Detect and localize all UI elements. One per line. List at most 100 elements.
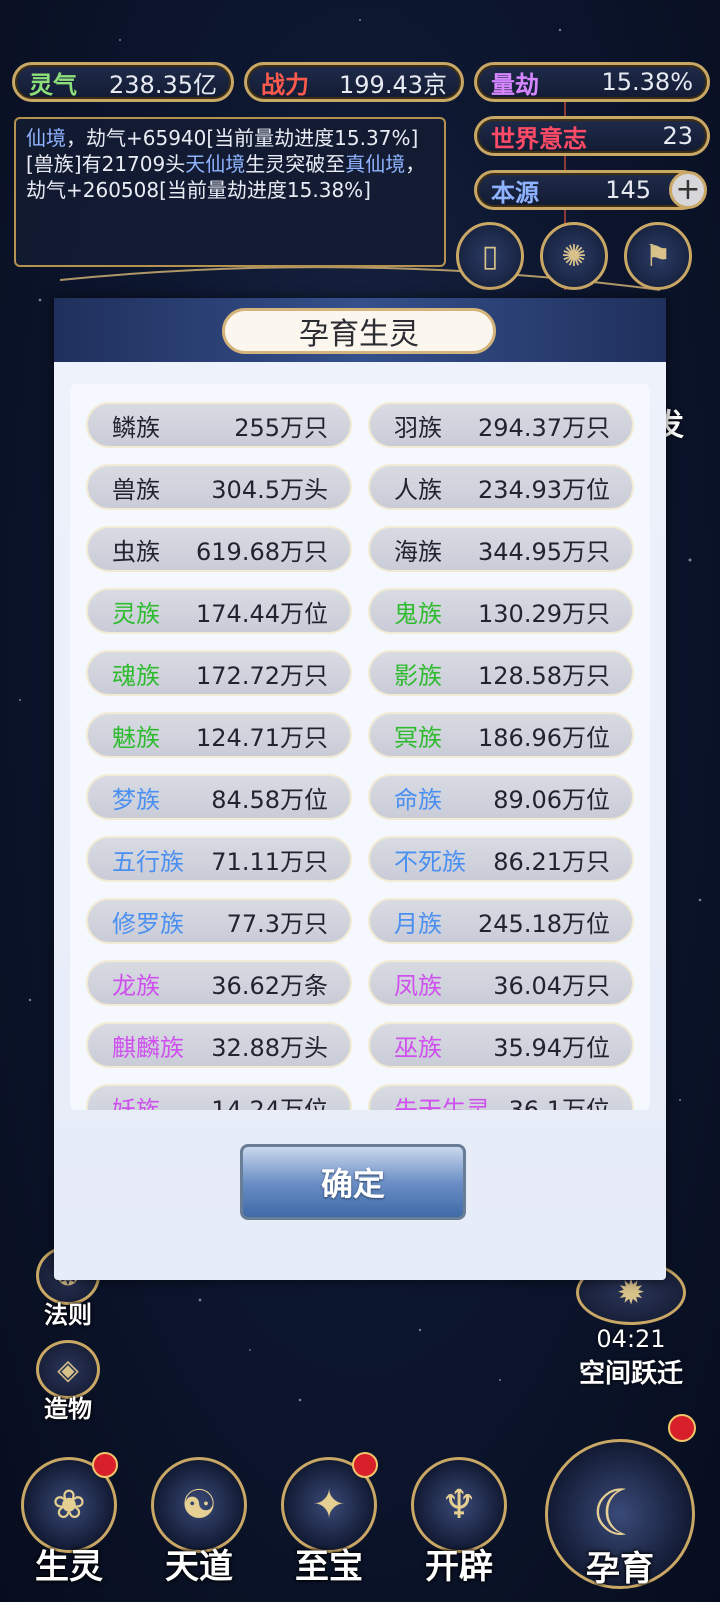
cup-icon[interactable]: ⚑ bbox=[624, 222, 692, 290]
log-entry-2: [兽族]有21709头天仙境生灵突破至真仙境，劫气+260508[当前量劫进度1… bbox=[26, 152, 426, 202]
species-amount: 245.18万位 bbox=[478, 909, 610, 938]
nav-sheng-ling[interactable]: ❀ 生灵 bbox=[14, 1448, 124, 1588]
species-name: 修罗族 bbox=[112, 909, 184, 938]
species-name: 海族 bbox=[394, 537, 442, 566]
species-row: 五行族 71.11万只 不死族 86.21万只 bbox=[70, 836, 650, 882]
confirm-button[interactable]: 确定 bbox=[240, 1144, 466, 1220]
species-item[interactable]: 巫族 35.94万位 bbox=[368, 1022, 634, 1068]
species-item[interactable]: 凤族 36.04万只 bbox=[368, 960, 634, 1006]
species-item[interactable]: 五行族 71.11万只 bbox=[86, 836, 352, 882]
species-item[interactable]: 人族 234.93万位 bbox=[368, 464, 634, 510]
species-row: 梦族 84.58万位 命族 89.06万位 bbox=[70, 774, 650, 820]
liangjie-value: 15.38% bbox=[601, 68, 693, 96]
species-list[interactable]: 鳞族 255万只 羽族 294.37万只 兽族 304.5万头 人族 234.93万位虫族 61… bbox=[70, 384, 650, 1110]
species-name: 妖族 bbox=[112, 1095, 160, 1111]
species-amount: 128.58万只 bbox=[478, 661, 610, 690]
benyuan-stat: 本源 145 + bbox=[474, 170, 707, 210]
species-item[interactable]: 冥族 186.96万位 bbox=[368, 712, 634, 758]
species-row: 麒麟族 32.88万头 巫族 35.94万位 bbox=[70, 1022, 650, 1068]
liangjie-stat[interactable]: 量劫 15.38% bbox=[474, 62, 710, 102]
species-row: 虫族 619.68万只 海族 344.95万只 bbox=[70, 526, 650, 572]
plus-icon[interactable]: + bbox=[669, 171, 707, 209]
species-name: 冥族 bbox=[394, 723, 442, 752]
species-item[interactable]: 魅族 124.71万只 bbox=[86, 712, 352, 758]
species-name: 鳞族 bbox=[112, 413, 160, 442]
species-row: 魂族 172.72万只 影族 128.58万只 bbox=[70, 650, 650, 696]
species-item[interactable]: 月族 245.18万位 bbox=[368, 898, 634, 944]
species-item[interactable]: 魂族 172.72万只 bbox=[86, 650, 352, 696]
species-name: 不死族 bbox=[394, 847, 466, 876]
fa-ze-label: 法则 bbox=[44, 1301, 92, 1329]
species-item[interactable]: 虫族 619.68万只 bbox=[86, 526, 352, 572]
yun-yu-modal: 孕育生灵 鳞族 255万只 羽族 294.37万只 兽族 304.5万头 人族 234.93万… bbox=[54, 298, 666, 1280]
species-item[interactable]: 修罗族 77.3万只 bbox=[86, 898, 352, 944]
lingqi-label: 灵气 bbox=[29, 70, 77, 99]
species-amount: 35.94万位 bbox=[493, 1033, 610, 1062]
species-item[interactable]: 不死族 86.21万只 bbox=[368, 836, 634, 882]
species-name: 影族 bbox=[394, 661, 442, 690]
nav-tian-dao[interactable]: ☯ 天道 bbox=[144, 1448, 254, 1588]
species-amount: 294.37万只 bbox=[478, 413, 610, 442]
species-name: 梦族 bbox=[112, 785, 160, 814]
species-row: 灵族 174.44万位 鬼族 130.29万只 bbox=[70, 588, 650, 634]
species-item[interactable]: 兽族 304.5万头 bbox=[86, 464, 352, 510]
zao-wu-button[interactable]: ◈ 造物 bbox=[26, 1340, 110, 1424]
species-row: 修罗族 77.3万只 月族 245.18万位 bbox=[70, 898, 650, 944]
zhanli-value: 199.43京 bbox=[339, 70, 447, 99]
species-amount: 186.96万位 bbox=[478, 723, 610, 752]
liangjie-label: 量劫 bbox=[491, 70, 539, 99]
species-name: 魂族 bbox=[112, 661, 160, 690]
species-amount: 304.5万头 bbox=[211, 475, 328, 504]
nav-sheng-ling-label: 生灵 bbox=[35, 1547, 103, 1587]
species-item[interactable]: 先天生灵 36.1万位 bbox=[368, 1084, 634, 1110]
species-name: 麒麟族 bbox=[112, 1033, 184, 1062]
notification-dot bbox=[92, 1452, 118, 1478]
species-name: 龙族 bbox=[112, 971, 160, 1000]
species-name: 灵族 bbox=[112, 599, 160, 628]
benyuan-value: 145 bbox=[605, 176, 651, 204]
species-item[interactable]: 灵族 174.44万位 bbox=[86, 588, 352, 634]
swirl-icon[interactable]: ✺ bbox=[540, 222, 608, 290]
species-item[interactable]: 麒麟族 32.88万头 bbox=[86, 1022, 352, 1068]
species-amount: 344.95万只 bbox=[478, 537, 610, 566]
species-name: 五行族 bbox=[112, 847, 184, 876]
species-amount: 234.93万位 bbox=[478, 475, 610, 504]
species-amount: 84.58万位 bbox=[211, 785, 328, 814]
species-amount: 255万只 bbox=[234, 413, 328, 442]
species-row: 龙族 36.62万条 凤族 36.04万只 bbox=[70, 960, 650, 1006]
space-jump-label: 空间跃迁 bbox=[578, 1359, 683, 1389]
nav-tian-dao-label: 天道 bbox=[165, 1547, 233, 1587]
species-item[interactable]: 命族 89.06万位 bbox=[368, 774, 634, 820]
nav-kai-pi[interactable]: ♆ 开辟 bbox=[404, 1448, 514, 1588]
species-amount: 36.1万位 bbox=[508, 1095, 610, 1111]
species-amount: 36.04万只 bbox=[493, 971, 610, 1000]
species-item[interactable]: 鬼族 130.29万只 bbox=[368, 588, 634, 634]
modal-title: 孕育生灵 bbox=[222, 308, 496, 354]
benyuan-label: 本源 bbox=[491, 178, 539, 207]
nav-zhi-bao[interactable]: ✦ 至宝 bbox=[274, 1448, 384, 1588]
log-entry-1: 仙境，劫气+65940[当前量劫进度15.37%] bbox=[26, 126, 419, 150]
nav-yun-yu-label: 孕育 bbox=[586, 1549, 654, 1589]
notification-dot bbox=[352, 1452, 378, 1478]
species-name: 虫族 bbox=[112, 537, 160, 566]
species-item[interactable]: 龙族 36.62万条 bbox=[86, 960, 352, 1006]
species-name: 人族 bbox=[394, 475, 442, 504]
species-item[interactable]: 影族 128.58万只 bbox=[368, 650, 634, 696]
species-item[interactable]: 羽族 294.37万只 bbox=[368, 402, 634, 448]
shijie-yizhi-label: 世界意志 bbox=[491, 124, 587, 153]
square-icon[interactable]: ▯ bbox=[456, 222, 524, 290]
species-item[interactable]: 梦族 84.58万位 bbox=[86, 774, 352, 820]
species-amount: 77.3万只 bbox=[226, 909, 328, 938]
species-amount: 172.72万只 bbox=[196, 661, 328, 690]
species-name: 鬼族 bbox=[394, 599, 442, 628]
species-name: 凤族 bbox=[394, 971, 442, 1000]
shijie-yizhi-stat[interactable]: 世界意志 23 bbox=[474, 116, 710, 156]
species-amount: 124.71万只 bbox=[196, 723, 328, 752]
species-name: 命族 bbox=[394, 785, 442, 814]
species-item[interactable]: 鳞族 255万只 bbox=[86, 402, 352, 448]
notification-dot bbox=[668, 1414, 696, 1442]
nav-yun-yu[interactable]: ☾ 孕育 bbox=[540, 1410, 700, 1590]
species-item[interactable]: 海族 344.95万只 bbox=[368, 526, 634, 572]
species-amount: 130.29万只 bbox=[478, 599, 610, 628]
species-item[interactable]: 妖族 14.24万位 bbox=[86, 1084, 352, 1110]
